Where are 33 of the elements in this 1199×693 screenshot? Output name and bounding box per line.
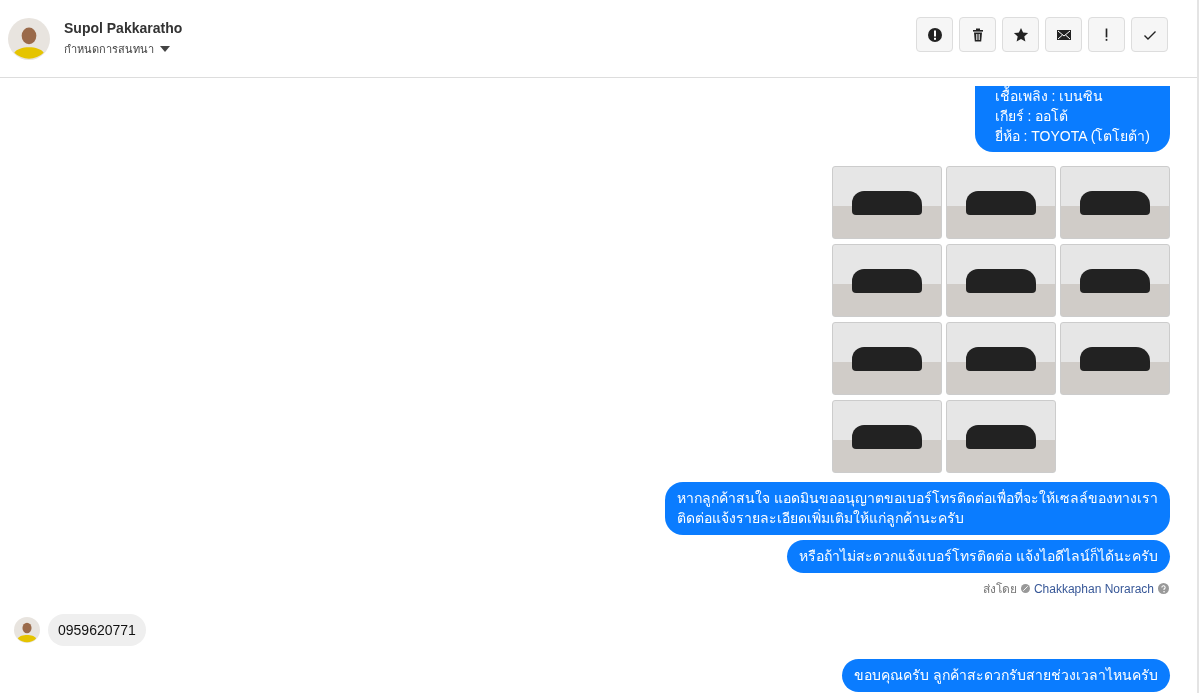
photo-placeholder[interactable] [946,244,1056,317]
photo-placeholder[interactable] [1060,244,1170,317]
photo-placeholder[interactable] [946,322,1056,395]
star-icon [1012,26,1029,43]
caret-icon [160,45,170,52]
alert-button[interactable] [916,17,953,52]
avatar-icon [8,17,50,60]
photo-placeholder[interactable] [832,400,942,473]
sender-name-link[interactable]: Chakkaphan Norarach [1033,581,1154,596]
help-icon [1158,583,1169,594]
sent-by-label: ส่งโดย [982,581,1017,598]
photo-placeholder[interactable] [832,166,942,239]
alert-icon [926,26,943,43]
message-bubble: เชื้อเพลิง : เบนซิน เกียร์ : ออโต้ ยี่ห้อ : TOYOTA (โตโยต้า) [974,86,1170,152]
photo-placeholder[interactable] [832,322,942,395]
message-bubble: หรือถ้าไม่สะดวกแจ้งเบอร์โทรติดต่อ แจ้งไอดีไลน์ก็ได้นะครับ [787,540,1170,573]
trash-button[interactable] [959,17,996,52]
photo-placeholder[interactable] [832,244,942,317]
exclamation-icon [1105,28,1108,41]
message-bubble: 0959620771 [48,614,146,646]
photo-placeholder[interactable] [946,166,1056,239]
avatar-icon [14,617,40,643]
photo-placeholder[interactable] [1060,166,1170,239]
conversation-status-dropdown[interactable]: กำหนดการสนทนา [64,39,170,58]
verified-icon [1020,584,1030,593]
star-button[interactable] [1002,17,1039,52]
message-bubble: ขอบคุณครับ ลูกค้าสะดวกรับสายช่วงเวลาไหนครับ [842,659,1170,692]
message-bubble: หากลูกค้าสนใจ แอดมินขออนุญาตขอเบอร์โทรติดต่อเพื่อที่จะให้เซลล์ของทางเรา ติดต่อแจ้งรายละเอียดเพิ่มเติมให้แก่ลูกค้านะครับ [665,482,1170,535]
photo-placeholder[interactable] [946,400,1056,473]
checkmark-button[interactable] [1131,17,1168,52]
photo-placeholder[interactable] [1060,322,1170,395]
envelope-button[interactable] [1045,17,1082,52]
contact-name: Supol Pakkaratho [64,19,184,36]
